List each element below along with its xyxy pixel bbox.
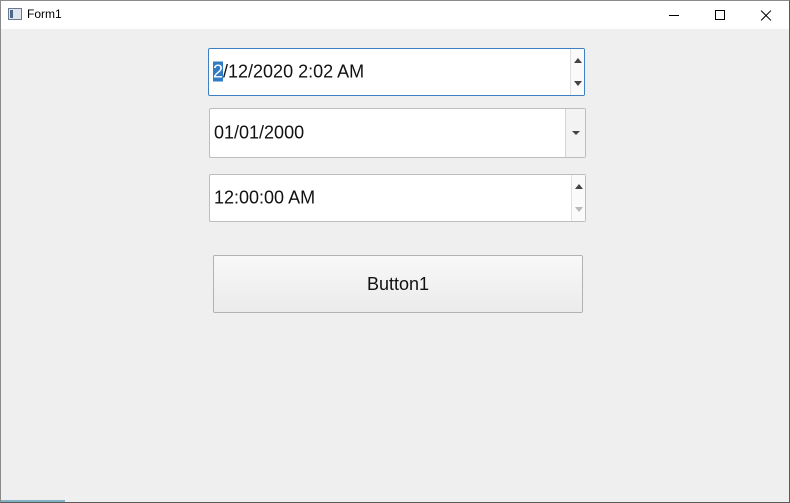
minimize-icon (669, 14, 679, 16)
datetime-value[interactable]: 2/12/2020 2:02 AM (213, 61, 365, 83)
form-window: Form1 2/12/2020 2:02 AM 01/01/2000 12:00… (0, 0, 790, 503)
arrow-up-icon (573, 58, 582, 63)
arrow-down-icon (573, 81, 582, 86)
chevron-down-icon (571, 131, 580, 135)
button1[interactable]: Button1 (213, 255, 583, 313)
datetime-value-rest: /12/2020 2:02 AM (223, 61, 365, 82)
spin-down-button[interactable] (572, 198, 585, 221)
window-title: Form1 (27, 7, 62, 21)
close-button[interactable] (743, 1, 789, 29)
arrow-up-icon (574, 184, 583, 189)
spin-up-button[interactable] (572, 175, 585, 198)
time-spin-edit[interactable]: 12:00:00 AM (209, 174, 586, 222)
spin-up-button[interactable] (571, 49, 584, 72)
bottom-edge-strip (1, 500, 65, 502)
close-icon (760, 9, 772, 21)
maximize-icon (715, 10, 725, 20)
maximize-button[interactable] (697, 1, 743, 29)
datetime-spin-edit[interactable]: 2/12/2020 2:02 AM (208, 48, 585, 96)
form-app-icon[interactable] (8, 8, 22, 20)
date-value[interactable]: 01/01/2000 (214, 123, 304, 144)
selected-segment: 2 (213, 61, 224, 82)
arrow-down-icon (574, 207, 583, 212)
time-value[interactable]: 12:00:00 AM (214, 188, 315, 209)
date-dropdown[interactable]: 01/01/2000 (209, 108, 586, 158)
dropdown-button[interactable] (565, 109, 585, 157)
minimize-button[interactable] (651, 1, 697, 29)
title-bar[interactable]: Form1 (1, 1, 789, 29)
spin-down-button[interactable] (571, 72, 584, 95)
time-spinner (571, 175, 585, 221)
datetime-spinner (570, 49, 584, 95)
